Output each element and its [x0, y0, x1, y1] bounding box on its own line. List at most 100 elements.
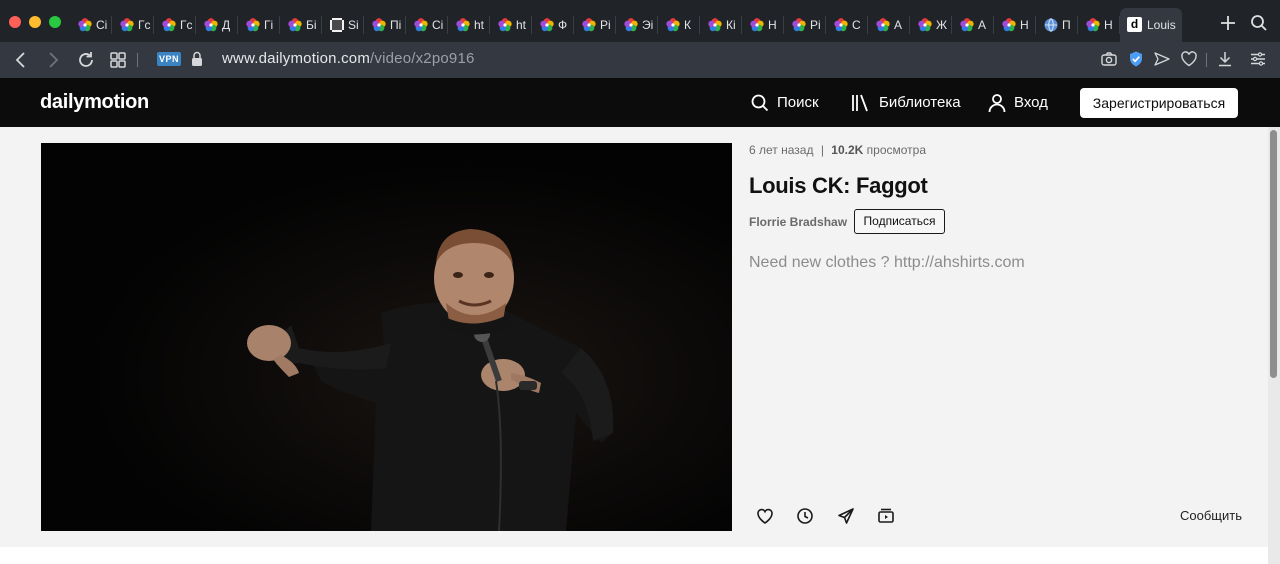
- view-count-suffix: просмотра: [866, 143, 927, 157]
- tab-6[interactable]: Sі: [322, 8, 364, 42]
- nav-library-label: Библиотека: [879, 94, 961, 111]
- channel-name[interactable]: Florrie Bradshaw: [749, 215, 847, 229]
- nav-search-label: Поиск: [777, 94, 819, 111]
- reload-icon[interactable]: [76, 50, 96, 70]
- tab-14[interactable]: К: [658, 8, 700, 42]
- camera-snapshot-icon[interactable]: [1100, 50, 1118, 68]
- dailymotion-logo[interactable]: dailymotion: [40, 91, 149, 114]
- colorful-favicon-icon: [78, 18, 92, 32]
- tab-title: Пі: [390, 18, 402, 32]
- tab-10[interactable]: ht: [490, 8, 532, 42]
- minimize-window-button[interactable]: [29, 16, 41, 28]
- tab-7[interactable]: Пі: [364, 8, 406, 42]
- like-heart-icon[interactable]: [755, 506, 775, 526]
- tab-title: Рі: [600, 18, 611, 32]
- easy-setup-menu-icon[interactable]: [1249, 50, 1267, 68]
- new-tab-plus-icon[interactable]: [1217, 12, 1239, 34]
- colorful-favicon-icon: [876, 18, 890, 32]
- tab-0[interactable]: Сі: [70, 8, 112, 42]
- forward-arrow-icon[interactable]: [43, 50, 63, 70]
- share-send-icon[interactable]: [836, 506, 856, 526]
- speed-dial-grid-icon[interactable]: [108, 50, 128, 70]
- nav-login-label: Вход: [1014, 94, 1048, 111]
- colorful-favicon-icon: [624, 18, 638, 32]
- download-icon[interactable]: [1216, 50, 1234, 68]
- signup-button[interactable]: Зарегистрироваться: [1080, 88, 1238, 118]
- nav-search[interactable]: Поиск: [751, 92, 819, 114]
- tab-21[interactable]: А: [952, 8, 994, 42]
- tab-20[interactable]: Ж: [910, 8, 952, 42]
- send-icon[interactable]: [1153, 50, 1171, 68]
- add-to-playlist-icon[interactable]: [876, 506, 896, 526]
- tab-title: Гі: [264, 18, 274, 32]
- browser-address-bar: VPN www.dailymotion.com/video/x2po916: [0, 42, 1280, 78]
- shield-check-icon[interactable]: [1127, 50, 1145, 68]
- nav-login[interactable]: Вход: [988, 92, 1048, 114]
- url-field[interactable]: www.dailymotion.com/video/x2po916: [222, 50, 475, 67]
- tab-8[interactable]: Сі: [406, 8, 448, 42]
- tab-3[interactable]: Д: [196, 8, 238, 42]
- browser-tab-bar: Сі Гс Гс Д Гі Бі Sі Пі Сі ht ht Ф Рі Эі К Кі Н Рі С А Ж А Н П Н …: [0, 0, 1280, 42]
- tab-2[interactable]: Гс: [154, 8, 196, 42]
- video-meta: 6 лет назад | 10.2K просмотра: [749, 143, 926, 157]
- colorful-favicon-icon: [162, 18, 176, 32]
- tab-title: Н: [768, 18, 777, 32]
- tab-title: С: [852, 18, 861, 32]
- tab-5[interactable]: Бі: [280, 8, 322, 42]
- tab-title: ht: [474, 18, 485, 32]
- colorful-favicon-icon: [414, 18, 428, 32]
- colorful-favicon-icon: [204, 18, 218, 32]
- tab-11[interactable]: Ф: [532, 8, 574, 42]
- lock-icon[interactable]: [190, 51, 204, 67]
- colorful-favicon-icon: [918, 18, 932, 32]
- tab-title: Ж: [936, 18, 948, 32]
- tab-title: Рі: [810, 18, 821, 32]
- tab-16[interactable]: Н: [742, 8, 784, 42]
- back-arrow-icon[interactable]: [11, 50, 31, 70]
- tab-title: П: [1062, 18, 1071, 32]
- colorful-favicon-icon: [666, 18, 680, 32]
- meta-separator: |: [820, 143, 824, 157]
- library-icon: [852, 94, 868, 112]
- tab-active[interactable]: d Louis: [1120, 8, 1182, 42]
- search-tabs-icon[interactable]: [1249, 13, 1269, 33]
- report-button[interactable]: Сообщить: [1180, 508, 1242, 523]
- tab-12[interactable]: Рі: [574, 8, 616, 42]
- tab-22[interactable]: Н: [994, 8, 1036, 42]
- tab-19[interactable]: А: [868, 8, 910, 42]
- colorful-favicon-icon: [1086, 18, 1100, 32]
- tab-18[interactable]: С: [826, 8, 868, 42]
- tab-15[interactable]: Кі: [700, 8, 742, 42]
- page-scrollbar-thumb[interactable]: [1270, 130, 1277, 378]
- tab-title: Сі: [432, 18, 444, 32]
- subscribe-button[interactable]: Подписаться: [854, 209, 945, 234]
- tab-1[interactable]: Гс: [112, 8, 154, 42]
- colorful-favicon-icon: [372, 18, 386, 32]
- heart-icon[interactable]: [1180, 50, 1198, 68]
- tab-13[interactable]: Эі: [616, 8, 658, 42]
- tab-title: Бі: [306, 18, 317, 32]
- colorful-favicon-icon: [246, 18, 260, 32]
- dailymotion-favicon-icon: d: [1127, 17, 1142, 33]
- colorful-favicon-icon: [498, 18, 512, 32]
- tab-23[interactable]: П: [1036, 8, 1078, 42]
- vpn-badge[interactable]: VPN: [157, 52, 181, 66]
- user-icon: [988, 94, 1006, 113]
- video-page: 6 лет назад | 10.2K просмотра Louis CK: …: [0, 127, 1268, 547]
- tab-24[interactable]: Н: [1078, 8, 1120, 42]
- address-divider: [137, 53, 138, 67]
- tab-4[interactable]: Гі: [238, 8, 280, 42]
- video-player[interactable]: [41, 143, 732, 531]
- nav-library[interactable]: Библиотека: [851, 92, 961, 114]
- watch-later-clock-icon[interactable]: [795, 506, 815, 526]
- colorful-favicon-icon: [708, 18, 722, 32]
- tab-title: Эі: [642, 18, 654, 32]
- colorful-favicon-icon: [960, 18, 974, 32]
- close-window-button[interactable]: [9, 16, 21, 28]
- tab-9[interactable]: ht: [448, 8, 490, 42]
- zoom-window-button[interactable]: [49, 16, 61, 28]
- search-icon: [751, 94, 769, 112]
- tab-17[interactable]: Рі: [784, 8, 826, 42]
- tab-title: Гс: [138, 18, 151, 32]
- toolbar-divider: [1206, 53, 1207, 67]
